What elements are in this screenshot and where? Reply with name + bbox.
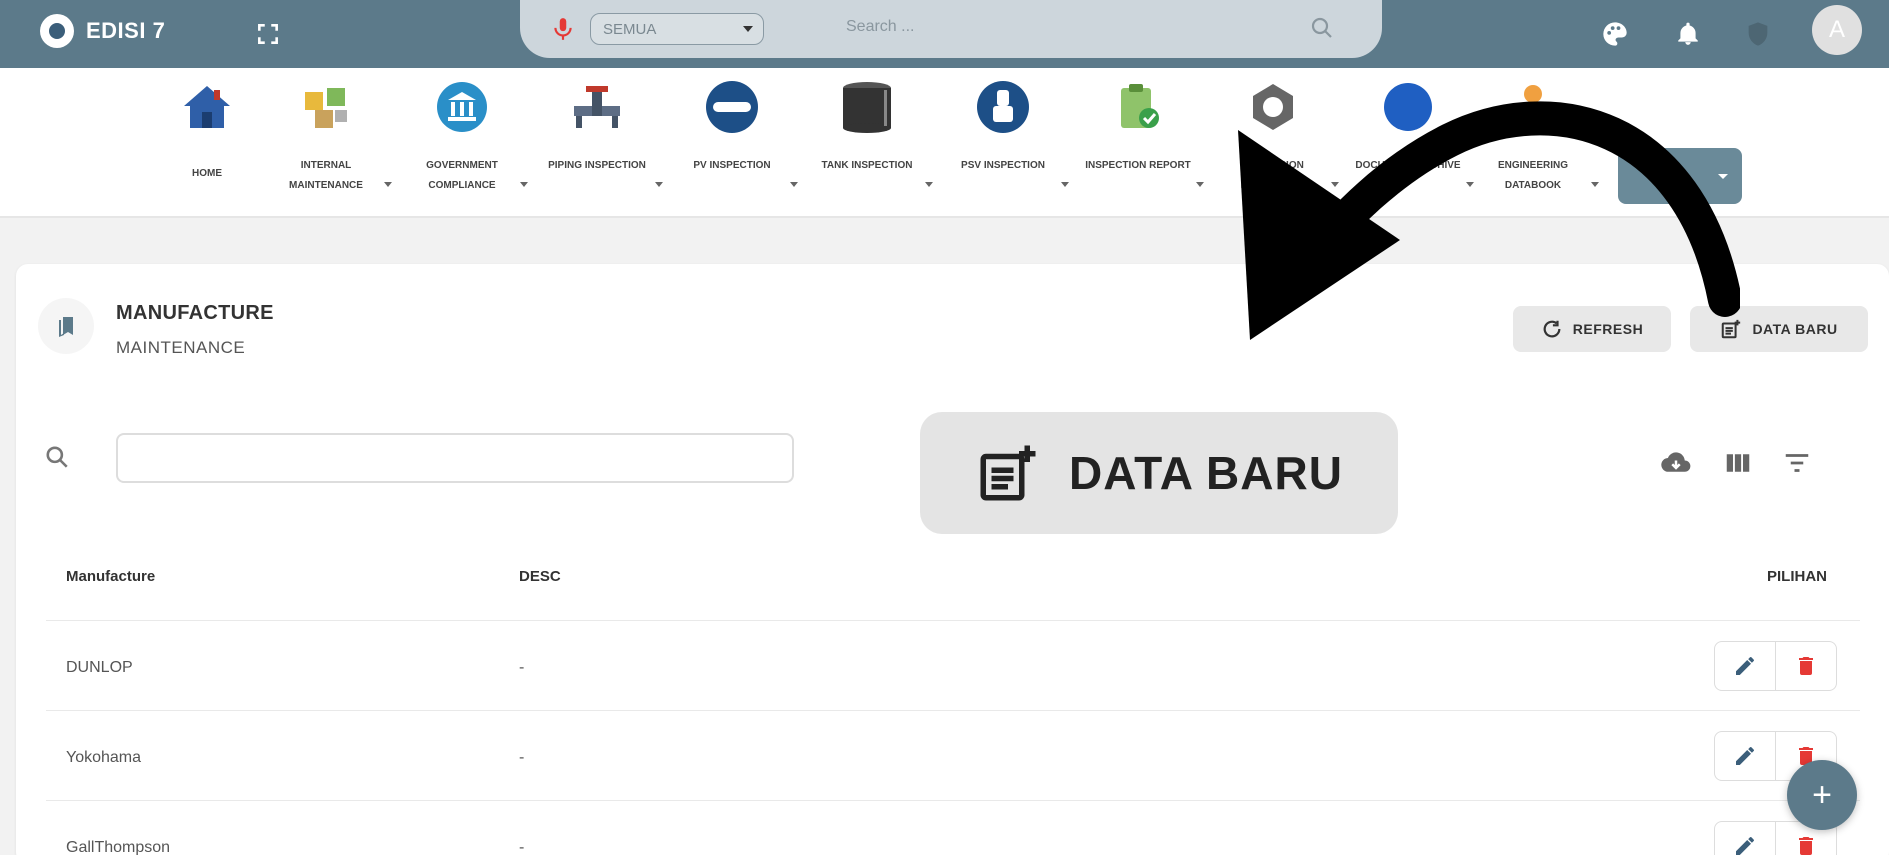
fullscreen-icon[interactable] <box>252 18 284 50</box>
chevron-down-icon <box>1196 182 1204 187</box>
menu-label: PV INSPECTION <box>693 160 771 171</box>
clipboard-check-icon <box>1111 80 1165 134</box>
menu-label: HOME <box>192 168 222 179</box>
table-row: Yokohama - <box>46 710 1860 800</box>
tank-icon <box>840 80 894 134</box>
pencil-icon <box>1736 657 1754 675</box>
trash-icon <box>1799 837 1813 855</box>
highlight-callout: DATA BARU <box>920 412 1398 534</box>
menu-item-inspection-report[interactable]: INSPECTION REPORT <box>1078 80 1204 210</box>
bookmarks-icon <box>38 298 94 354</box>
brand-name: EDISI 7 <box>86 18 166 43</box>
search-scope-select[interactable]: SEMUA <box>590 13 764 45</box>
note-add-icon <box>980 445 1036 501</box>
cell-manufacture: DUNLOP <box>66 659 133 676</box>
chevron-down-icon <box>743 26 753 32</box>
pressure-vessel-icon <box>705 80 759 134</box>
palette-icon[interactable] <box>1599 18 1631 50</box>
chevron-down-icon <box>790 182 798 187</box>
pointer-arrow-icon <box>1238 101 1740 340</box>
chevron-down-icon <box>1061 182 1069 187</box>
chevron-down-icon <box>520 182 528 187</box>
psv-icon <box>976 80 1030 134</box>
cell-desc: - <box>519 749 525 766</box>
cloud-download-icon[interactable] <box>1661 448 1691 478</box>
new-data-button-label: DATA BARU <box>1752 321 1838 337</box>
shield-icon[interactable] <box>1742 18 1774 50</box>
pipe-valve-icon <box>570 80 624 134</box>
page-title: MANUFACTURE <box>116 302 274 324</box>
top-bar: EDISI 7 SEMUA Search ... A <box>0 0 1889 68</box>
table-search-input[interactable] <box>116 433 794 483</box>
trash-icon <box>1799 657 1813 675</box>
column-header-desc[interactable]: DESC <box>519 568 561 585</box>
search-icon <box>44 444 70 470</box>
bell-icon[interactable] <box>1672 18 1704 50</box>
delete-button[interactable] <box>1775 641 1837 691</box>
menu-label: PSV INSPECTION <box>961 160 1045 171</box>
avatar[interactable]: A <box>1812 5 1862 55</box>
brand-logo-icon <box>40 14 74 48</box>
edit-button[interactable] <box>1714 641 1776 691</box>
menu-item-tank-inspection[interactable]: TANK INSPECTION <box>807 80 933 210</box>
pencil-icon <box>1736 747 1754 765</box>
menu-label: INSPECTION REPORT <box>1085 160 1191 171</box>
menu-label: TANK INSPECTION <box>821 160 913 171</box>
cell-desc: - <box>519 659 525 676</box>
brand[interactable]: EDISI 7 <box>40 14 165 48</box>
plus-icon: + <box>1812 775 1832 814</box>
page-subtitle: MAINTENANCE <box>116 338 246 357</box>
search-scope-value: SEMUA <box>603 21 657 38</box>
menu-item-psv-inspection[interactable]: PSV INSPECTION <box>943 80 1069 210</box>
cell-desc: - <box>519 839 525 855</box>
bank-icon <box>435 80 489 134</box>
microphone-icon[interactable] <box>550 16 576 42</box>
pencil-icon <box>1736 837 1754 855</box>
table-row: GallThompson - <box>46 800 1860 855</box>
column-header-manufacture[interactable]: Manufacture <box>66 568 155 585</box>
search-icon[interactable] <box>1310 16 1334 40</box>
avatar-letter: A <box>1828 16 1845 43</box>
table-row: DUNLOP - <box>46 620 1860 710</box>
filter-icon[interactable] <box>1782 448 1812 478</box>
chevron-down-icon <box>925 182 933 187</box>
cell-manufacture: GallThompson <box>66 839 171 855</box>
menu-item-piping-inspection[interactable]: PIPING INSPECTION <box>537 80 663 210</box>
chevron-down-icon <box>655 182 663 187</box>
menu-label: PIPING INSPECTION <box>548 160 646 171</box>
dark-mode-icon[interactable] <box>314 18 346 50</box>
menu-label: GOVERNMENT COMPLIANCE <box>426 160 498 191</box>
cell-manufacture: Yokohama <box>66 749 142 766</box>
edit-button[interactable] <box>1714 731 1776 781</box>
callout-label: DATA BARU <box>1069 447 1343 499</box>
column-header-options: PILIHAN <box>1767 568 1827 585</box>
menu-label: INTERNAL MAINTENANCE <box>289 160 363 191</box>
global-search-bar: SEMUA Search ... <box>520 0 1382 58</box>
boxes-icon <box>299 80 353 134</box>
menu-item-government-compliance[interactable]: GOVERNMENT COMPLIANCE <box>402 80 528 210</box>
menu-item-home[interactable]: HOME <box>147 80 267 210</box>
chevron-down-icon <box>384 182 392 187</box>
add-fab-button[interactable]: + <box>1787 760 1857 830</box>
edit-button[interactable] <box>1714 821 1776 855</box>
columns-icon[interactable] <box>1723 448 1753 478</box>
menu-item-internal-maintenance[interactable]: INTERNAL MAINTENANCE <box>266 80 392 210</box>
search-input[interactable]: Search ... <box>846 18 914 36</box>
home-icon <box>180 80 234 134</box>
menu-item-pv-inspection[interactable]: PV INSPECTION <box>672 80 798 210</box>
